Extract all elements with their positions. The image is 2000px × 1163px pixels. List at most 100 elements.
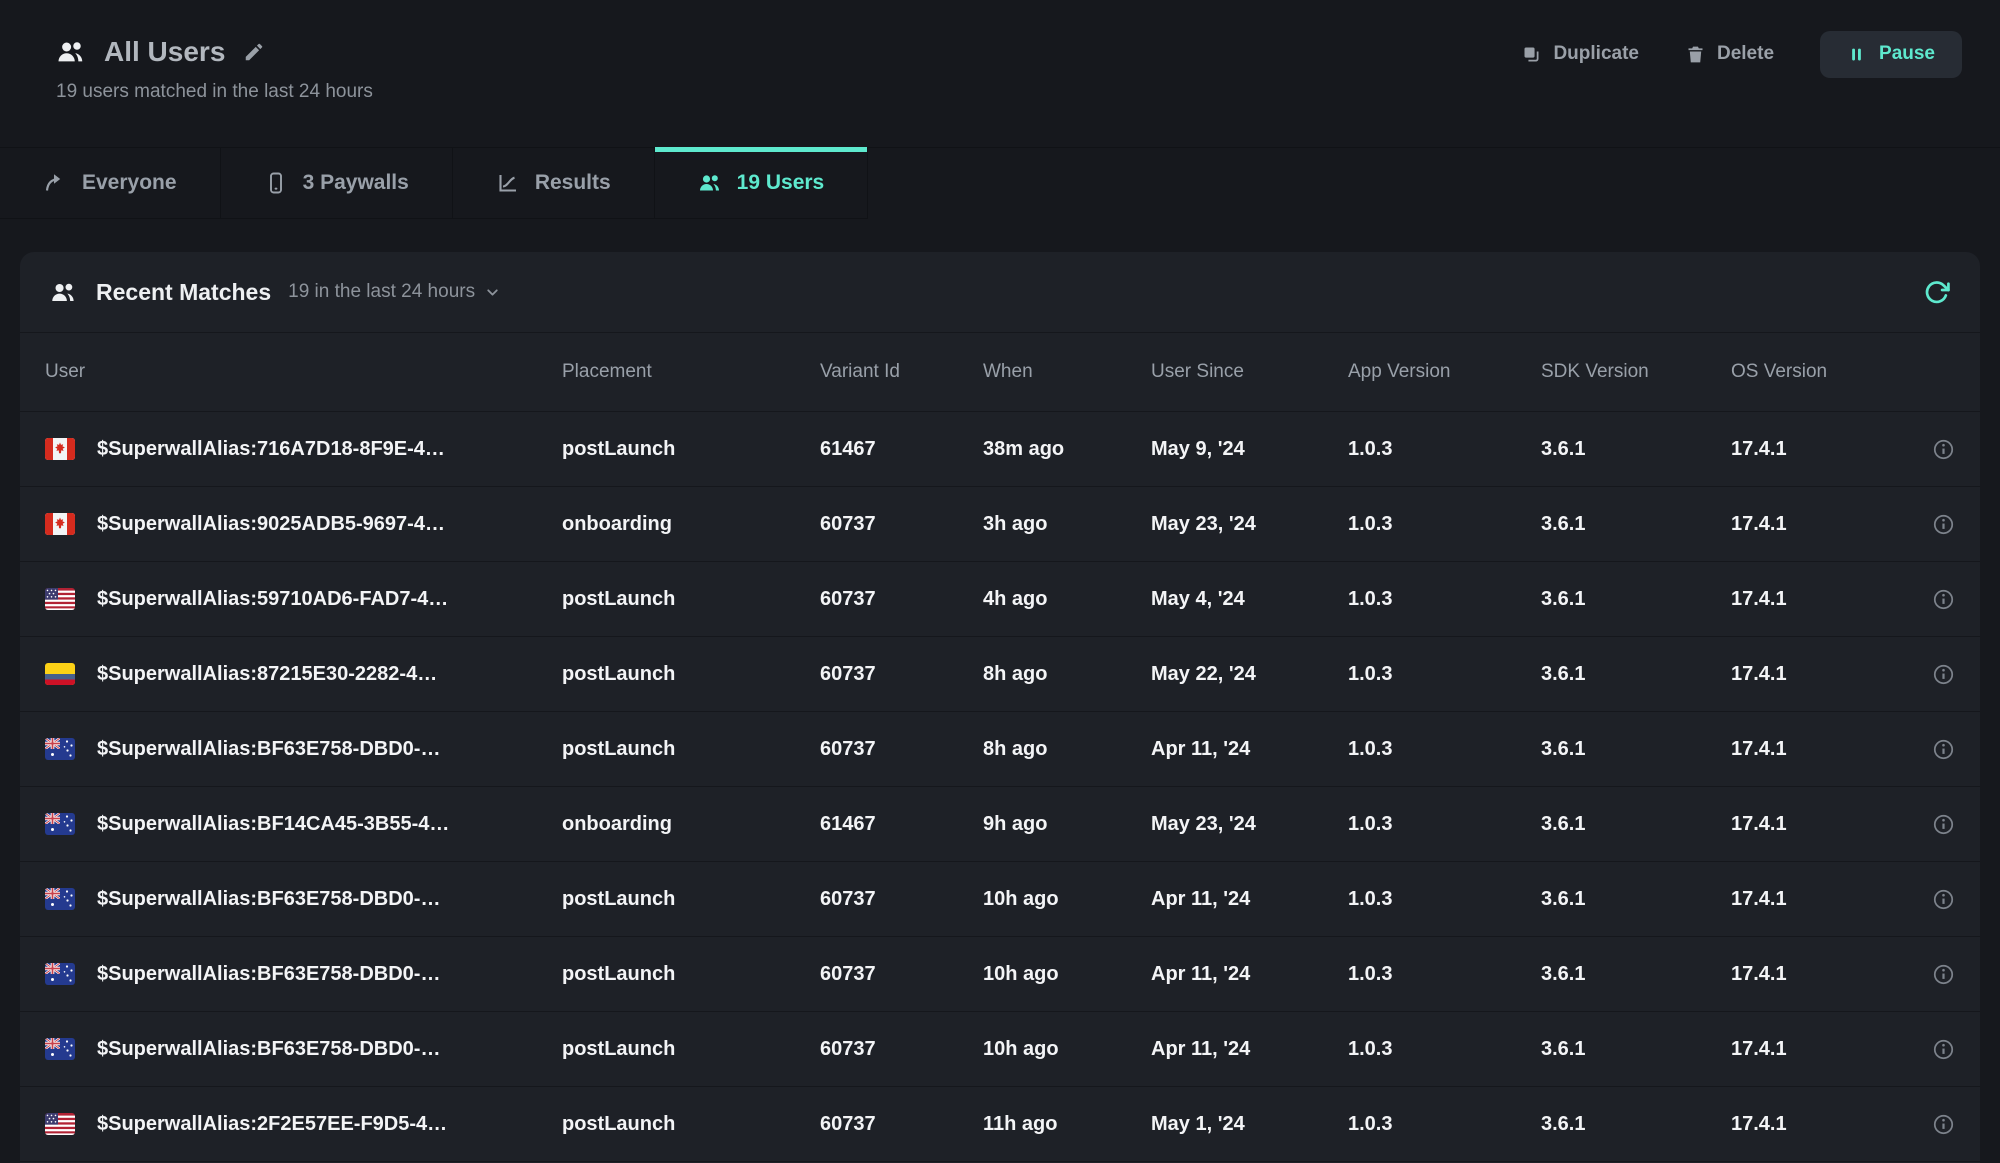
info-icon[interactable]: [1932, 513, 1955, 536]
table-row[interactable]: $SuperwallAlias:BF63E758-DBD0-… postLaun…: [20, 1012, 1980, 1087]
user-alias: $SuperwallAlias:59710AD6-FAD7-4…: [97, 588, 448, 611]
sdk-version-value: 3.6.1: [1541, 438, 1731, 461]
table-row[interactable]: $SuperwallAlias:87215E30-2282-4… postLau…: [20, 637, 1980, 712]
table-body: $SuperwallAlias:716A7D18-8F9E-4… postLau…: [20, 412, 1980, 1162]
user-alias: $SuperwallAlias:BF63E758-DBD0-…: [97, 1038, 440, 1061]
au-flag-icon: [45, 813, 75, 835]
info-icon[interactable]: [1932, 1113, 1955, 1136]
variant-id-value: 60737: [820, 738, 983, 761]
table-row[interactable]: $SuperwallAlias:BF63E758-DBD0-… postLaun…: [20, 712, 1980, 787]
table-row[interactable]: $SuperwallAlias:BF63E758-DBD0-… postLaun…: [20, 862, 1980, 937]
user-since-value: Apr 11, '24: [1151, 738, 1348, 761]
placement-value: postLaunch: [562, 963, 820, 986]
info-icon[interactable]: [1932, 663, 1955, 686]
placement-value: onboarding: [562, 813, 820, 836]
variant-id-value: 60737: [820, 588, 983, 611]
user-since-value: May 23, '24: [1151, 513, 1348, 536]
variant-id-value: 60737: [820, 1038, 983, 1061]
matched-users-subtitle: 19 users matched in the last 24 hours: [56, 81, 1962, 103]
variant-id-value: 61467: [820, 438, 983, 461]
column-header-user-since: User Since: [1151, 361, 1348, 383]
user-alias: $SuperwallAlias:2F2E57EE-F9D5-4…: [97, 1113, 447, 1136]
info-icon[interactable]: [1932, 738, 1955, 761]
when-value: 10h ago: [983, 1038, 1151, 1061]
pause-button[interactable]: Pause: [1820, 31, 1962, 78]
table-row[interactable]: $SuperwallAlias:59710AD6-FAD7-4… postLau…: [20, 562, 1980, 637]
duplicate-button[interactable]: Duplicate: [1521, 43, 1639, 65]
when-value: 38m ago: [983, 438, 1151, 461]
info-icon[interactable]: [1932, 438, 1955, 461]
variant-id-value: 60737: [820, 1113, 983, 1136]
table-row[interactable]: $SuperwallAlias:716A7D18-8F9E-4… postLau…: [20, 412, 1980, 487]
sdk-version-value: 3.6.1: [1541, 1038, 1731, 1061]
user-since-value: Apr 11, '24: [1151, 1038, 1348, 1061]
placement-value: onboarding: [562, 513, 820, 536]
when-value: 8h ago: [983, 663, 1151, 686]
app-version-value: 1.0.3: [1348, 888, 1541, 911]
refresh-button[interactable]: [1923, 279, 1950, 306]
table-row[interactable]: $SuperwallAlias:BF63E758-DBD0-… postLaun…: [20, 937, 1980, 1012]
user-alias: $SuperwallAlias:716A7D18-8F9E-4…: [97, 438, 445, 461]
user-alias: $SuperwallAlias:BF63E758-DBD0-…: [97, 738, 440, 761]
tab-users[interactable]: 19 Users: [655, 148, 869, 219]
table-row[interactable]: $SuperwallAlias:9025ADB5-9697-4… onboard…: [20, 487, 1980, 562]
user-since-value: Apr 11, '24: [1151, 963, 1348, 986]
co-flag-icon: [45, 663, 75, 685]
delete-button[interactable]: Delete: [1685, 43, 1774, 65]
pause-icon: [1847, 45, 1866, 64]
info-icon[interactable]: [1932, 963, 1955, 986]
when-value: 4h ago: [983, 588, 1151, 611]
info-icon[interactable]: [1932, 888, 1955, 911]
tab-everyone[interactable]: Everyone: [0, 148, 221, 219]
au-flag-icon: [45, 888, 75, 910]
variant-id-value: 60737: [820, 963, 983, 986]
user-since-value: May 23, '24: [1151, 813, 1348, 836]
placement-value: postLaunch: [562, 588, 820, 611]
user-alias: $SuperwallAlias:BF63E758-DBD0-…: [97, 963, 440, 986]
us-flag-icon: [45, 1113, 75, 1135]
share-icon: [43, 171, 67, 195]
column-header-when: When: [983, 361, 1151, 383]
sdk-version-value: 3.6.1: [1541, 588, 1731, 611]
sdk-version-value: 3.6.1: [1541, 663, 1731, 686]
header-actions: Duplicate Delete Pause: [1521, 30, 1962, 78]
user-alias: $SuperwallAlias:87215E30-2282-4…: [97, 663, 437, 686]
app-version-value: 1.0.3: [1348, 963, 1541, 986]
user-alias: $SuperwallAlias:BF14CA45-3B55-4…: [97, 813, 449, 836]
chevron-down-icon: [484, 284, 501, 301]
when-value: 3h ago: [983, 513, 1151, 536]
placement-value: postLaunch: [562, 663, 820, 686]
variant-id-value: 61467: [820, 813, 983, 836]
card-title: Recent Matches: [96, 279, 271, 306]
os-version-value: 17.4.1: [1731, 438, 1900, 461]
user-since-value: May 4, '24: [1151, 588, 1348, 611]
table-row[interactable]: $SuperwallAlias:BF14CA45-3B55-4… onboard…: [20, 787, 1980, 862]
users-icon: [56, 37, 86, 67]
os-version-value: 17.4.1: [1731, 1038, 1900, 1061]
info-icon[interactable]: [1932, 813, 1955, 836]
edit-title-icon[interactable]: [243, 41, 265, 63]
user-since-value: May 22, '24: [1151, 663, 1348, 686]
tab-results[interactable]: Results: [453, 148, 655, 219]
when-value: 8h ago: [983, 738, 1151, 761]
info-icon[interactable]: [1932, 588, 1955, 611]
info-icon[interactable]: [1932, 1038, 1955, 1061]
app-version-value: 1.0.3: [1348, 1038, 1541, 1061]
app-version-value: 1.0.3: [1348, 438, 1541, 461]
app-version-value: 1.0.3: [1348, 663, 1541, 686]
table-row[interactable]: $SuperwallAlias:2F2E57EE-F9D5-4… postLau…: [20, 1087, 1980, 1162]
placement-value: postLaunch: [562, 738, 820, 761]
refresh-icon: [1923, 279, 1950, 306]
variant-id-value: 60737: [820, 663, 983, 686]
user-alias: $SuperwallAlias:BF63E758-DBD0-…: [97, 888, 440, 911]
placement-value: postLaunch: [562, 888, 820, 911]
matches-filter-dropdown[interactable]: 19 in the last 24 hours: [288, 281, 501, 303]
variant-id-value: 60737: [820, 513, 983, 536]
os-version-value: 17.4.1: [1731, 963, 1900, 986]
column-header-variant-id: Variant Id: [820, 361, 983, 383]
tab-paywalls[interactable]: 3 Paywalls: [221, 148, 453, 219]
os-version-value: 17.4.1: [1731, 888, 1900, 911]
os-version-value: 17.4.1: [1731, 813, 1900, 836]
user-since-value: May 1, '24: [1151, 1113, 1348, 1136]
placement-value: postLaunch: [562, 1113, 820, 1136]
